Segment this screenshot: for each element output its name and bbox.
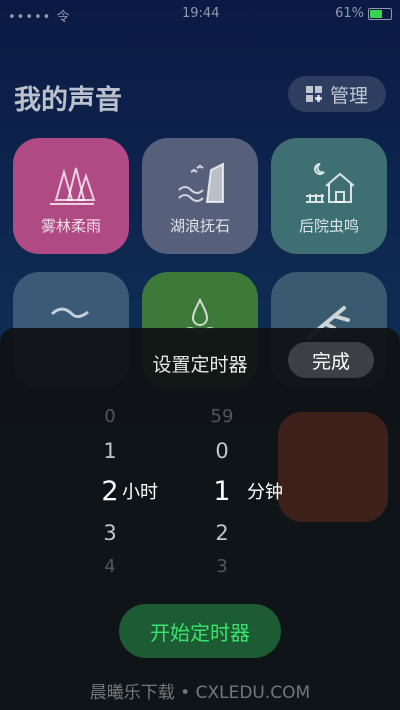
minutes-option[interactable]: 0	[162, 434, 282, 468]
battery-indicator: 61%	[335, 6, 392, 21]
grid-add-icon	[305, 86, 322, 102]
status-bar: ••••• 令 19:44 61%	[0, 0, 400, 28]
hours-option[interactable]: 4	[50, 550, 170, 584]
hours-option[interactable]: 1	[50, 434, 170, 468]
background-tile	[278, 412, 388, 522]
minutes-option[interactable]: 59	[162, 400, 282, 434]
carrier-signal: ••••• 令	[8, 10, 71, 25]
sound-tile-lake-wave[interactable]: 湖浪抚石	[142, 138, 258, 254]
hours-option[interactable]: 3	[50, 516, 170, 550]
status-time: 19:44	[182, 6, 220, 21]
lake-wave-icon	[178, 162, 224, 203]
forest-rain-icon	[50, 167, 96, 205]
manage-label: 管理	[329, 84, 368, 107]
battery-icon	[368, 7, 392, 20]
minutes-option[interactable]: 3	[162, 550, 282, 584]
tile-label: 雾林柔雨	[40, 217, 101, 235]
minutes-unit-label: 分钟	[247, 482, 283, 503]
sound-tile-forest-rain[interactable]: 雾林柔雨	[13, 138, 129, 254]
tile-label: 湖浪抚石	[169, 217, 230, 235]
manage-button[interactable]: 管理	[288, 76, 386, 112]
battery-percent: 61%	[335, 6, 364, 21]
watermark: 晨曦乐下载 • CXLEDU.COM	[89, 683, 311, 703]
hours-option[interactable]: 0	[50, 400, 170, 434]
minutes-option[interactable]: 2	[162, 516, 282, 550]
battery-fill	[370, 9, 383, 18]
page-title: 我的声音	[14, 85, 122, 116]
done-button[interactable]: 完成	[288, 342, 374, 378]
sound-tile-backyard[interactable]: 后院虫鸣	[271, 138, 387, 254]
tile-label: 后院虫鸣	[298, 217, 359, 235]
start-timer-button[interactable]: 开始定时器	[119, 604, 281, 658]
timer-sheet: 设置定时器 完成 0 1 2 3 4 小时 59 0 1 2 3 分钟 开始定时…	[0, 328, 400, 710]
hours-unit-label: 小时	[122, 482, 158, 503]
backyard-house-icon	[306, 163, 354, 203]
